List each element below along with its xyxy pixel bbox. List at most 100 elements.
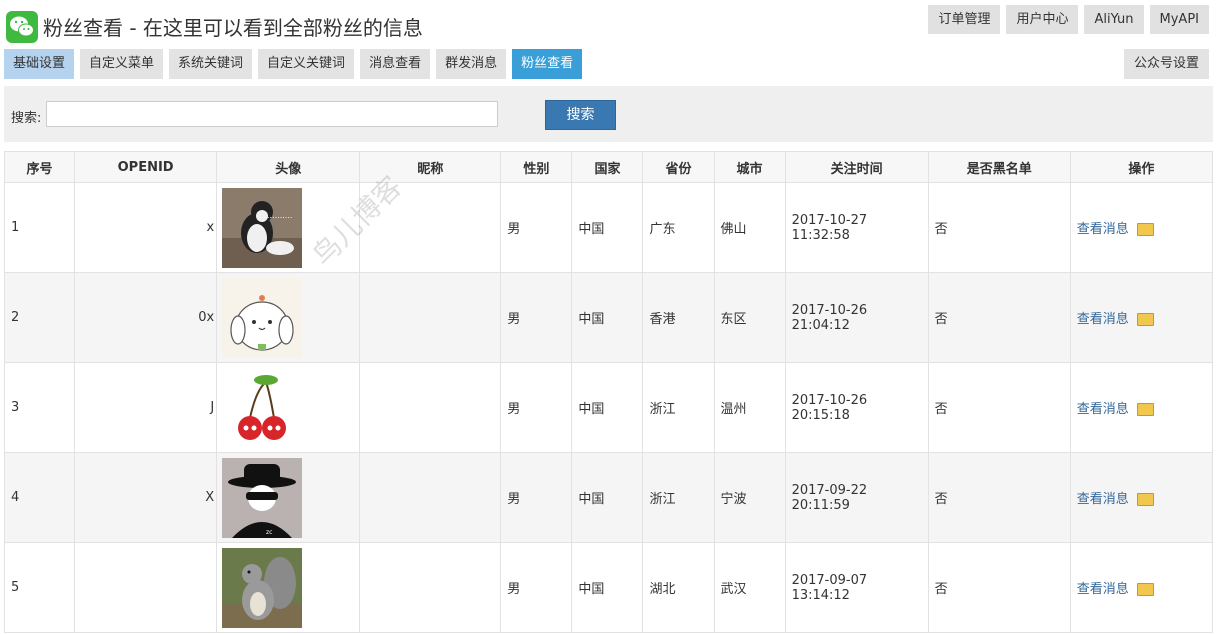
order-management-button[interactable]: 订单管理 xyxy=(928,5,1001,34)
row-index: 2 xyxy=(3,272,76,363)
row-openid: 0x xyxy=(74,272,218,363)
col-action: 操作 xyxy=(1069,151,1214,183)
table-row: 3 J 男 中国 浙江 温州 2017-10-26 20:15:18 否 查看消… xyxy=(3,362,1214,453)
table-row: 4 X zc 男 中国 浙江 宁波 2017-09-22 20:11:59 否 xyxy=(3,452,1214,543)
row-nickname xyxy=(359,362,502,453)
table-row: 2 0x 男 中国 香港 东区 2017-10-26 21:04:12 否 查看… xyxy=(3,272,1214,363)
row-country: 中国 xyxy=(571,362,644,453)
row-country: 中国 xyxy=(571,182,644,273)
row-country: 中国 xyxy=(571,542,644,633)
row-country: 中国 xyxy=(571,452,644,543)
tab-custom-menu[interactable]: 自定义菜单 xyxy=(80,49,164,79)
row-province: 香港 xyxy=(642,272,715,363)
row-index: 3 xyxy=(3,362,76,453)
row-avatar xyxy=(216,272,361,363)
row-action: 查看消息 xyxy=(1069,452,1214,543)
search-input[interactable] xyxy=(46,101,498,127)
col-openid: OPENID xyxy=(74,151,218,183)
myapi-button[interactable]: MyAPI xyxy=(1149,5,1209,34)
folder-icon[interactable] xyxy=(1136,493,1154,506)
row-index: 5 xyxy=(3,542,76,633)
row-city: 东区 xyxy=(713,272,786,363)
row-index: 1 xyxy=(3,182,76,273)
table-row: 5 男 中国 湖北 武汉 2017-09-07 13:14:12 否 查看消息 xyxy=(3,542,1214,633)
wechat-icon xyxy=(6,11,38,43)
row-follow-time: 2017-10-27 11:32:58 xyxy=(784,182,929,273)
svg-text:..........: .......... xyxy=(267,211,292,220)
tab-system-keywords[interactable]: 系统关键词 xyxy=(169,49,253,79)
row-city: 武汉 xyxy=(713,542,786,633)
col-province: 省份 xyxy=(642,151,715,183)
row-index: 4 xyxy=(3,452,76,543)
row-nickname xyxy=(359,452,502,543)
folder-icon[interactable] xyxy=(1136,583,1154,596)
view-messages-link[interactable]: 查看消息 xyxy=(1077,222,1129,237)
openid-fragment: X xyxy=(205,490,215,505)
svg-text:zc: zc xyxy=(266,529,272,536)
openid-fragment: 0x xyxy=(198,310,215,325)
view-messages-link[interactable]: 查看消息 xyxy=(1077,492,1129,507)
hat-man-avatar-image[interactable]: zc xyxy=(222,457,303,538)
row-gender: 男 xyxy=(500,362,573,453)
squirrel-avatar-image[interactable] xyxy=(222,547,303,628)
row-province: 湖北 xyxy=(642,542,715,633)
view-messages-link[interactable]: 查看消息 xyxy=(1077,312,1129,327)
col-index: 序号 xyxy=(3,151,76,183)
row-action: 查看消息 xyxy=(1069,362,1214,453)
openid-fragment: J xyxy=(210,400,215,415)
folder-icon[interactable] xyxy=(1136,313,1154,326)
row-action: 查看消息 xyxy=(1069,182,1214,273)
col-gender: 性别 xyxy=(500,151,573,183)
top-button-group: 订单管理 用户中心 AliYun MyAPI xyxy=(928,5,1209,34)
row-blacklist: 否 xyxy=(927,362,1071,453)
row-action: 查看消息 xyxy=(1069,542,1214,633)
row-province: 浙江 xyxy=(642,452,715,543)
folder-icon[interactable] xyxy=(1136,403,1154,416)
cartoon-dog-avatar-image[interactable] xyxy=(222,277,303,358)
row-blacklist: 否 xyxy=(927,452,1071,543)
tab-custom-keywords[interactable]: 自定义关键词 xyxy=(258,49,355,79)
row-gender: 男 xyxy=(500,272,573,363)
col-city: 城市 xyxy=(713,151,786,183)
openid-fragment: x xyxy=(206,220,215,235)
row-city: 佛山 xyxy=(713,182,786,273)
table-header-row: 序号 OPENID 头像 昵称 性别 国家 省份 城市 关注时间 是否黑名单 操… xyxy=(3,151,1214,183)
row-country: 中国 xyxy=(571,272,644,363)
row-blacklist: 否 xyxy=(927,542,1071,633)
cat-avatar-image[interactable]: .......... xyxy=(222,187,303,268)
view-messages-link[interactable]: 查看消息 xyxy=(1077,402,1129,417)
row-gender: 男 xyxy=(500,542,573,633)
view-messages-link[interactable]: 查看消息 xyxy=(1077,582,1129,597)
row-openid: x xyxy=(74,182,218,273)
tab-view-messages[interactable]: 消息查看 xyxy=(360,49,431,79)
main-nav: 基础设置 自定义菜单 系统关键词 自定义关键词 消息查看 群发消息 粉丝查看 xyxy=(4,49,583,79)
row-action: 查看消息 xyxy=(1069,272,1214,363)
user-center-button[interactable]: 用户中心 xyxy=(1006,5,1079,34)
row-gender: 男 xyxy=(500,182,573,273)
table-row: 1 x .......... 男 中国 广东 佛山 2017-10-27 11:… xyxy=(3,182,1214,273)
row-city: 温州 xyxy=(713,362,786,453)
cherry-avatar-image[interactable] xyxy=(222,367,303,448)
col-follow-time: 关注时间 xyxy=(784,151,929,183)
row-blacklist: 否 xyxy=(927,272,1071,363)
row-follow-time: 2017-09-07 13:14:12 xyxy=(784,542,929,633)
row-province: 广东 xyxy=(642,182,715,273)
row-follow-time: 2017-09-22 20:11:59 xyxy=(784,452,929,543)
row-follow-time: 2017-10-26 20:15:18 xyxy=(784,362,929,453)
tab-mass-messages[interactable]: 群发消息 xyxy=(436,49,507,79)
row-follow-time: 2017-10-26 21:04:12 xyxy=(784,272,929,363)
row-province: 浙江 xyxy=(642,362,715,453)
row-openid xyxy=(74,542,218,633)
search-button[interactable]: 搜索 xyxy=(545,100,616,130)
tab-view-fans[interactable]: 粉丝查看 xyxy=(512,49,583,79)
tab-basic-settings[interactable]: 基础设置 xyxy=(4,49,75,79)
row-blacklist: 否 xyxy=(927,182,1071,273)
aliyun-button[interactable]: AliYun xyxy=(1084,5,1144,34)
row-avatar: zc xyxy=(216,452,361,543)
row-city: 宁波 xyxy=(713,452,786,543)
folder-icon[interactable] xyxy=(1136,223,1154,236)
search-label: 搜索: xyxy=(11,111,42,126)
fans-table: 序号 OPENID 头像 昵称 性别 国家 省份 城市 关注时间 是否黑名单 操… xyxy=(3,151,1214,633)
account-settings-button[interactable]: 公众号设置 xyxy=(1123,49,1209,79)
row-openid: X xyxy=(74,452,218,543)
